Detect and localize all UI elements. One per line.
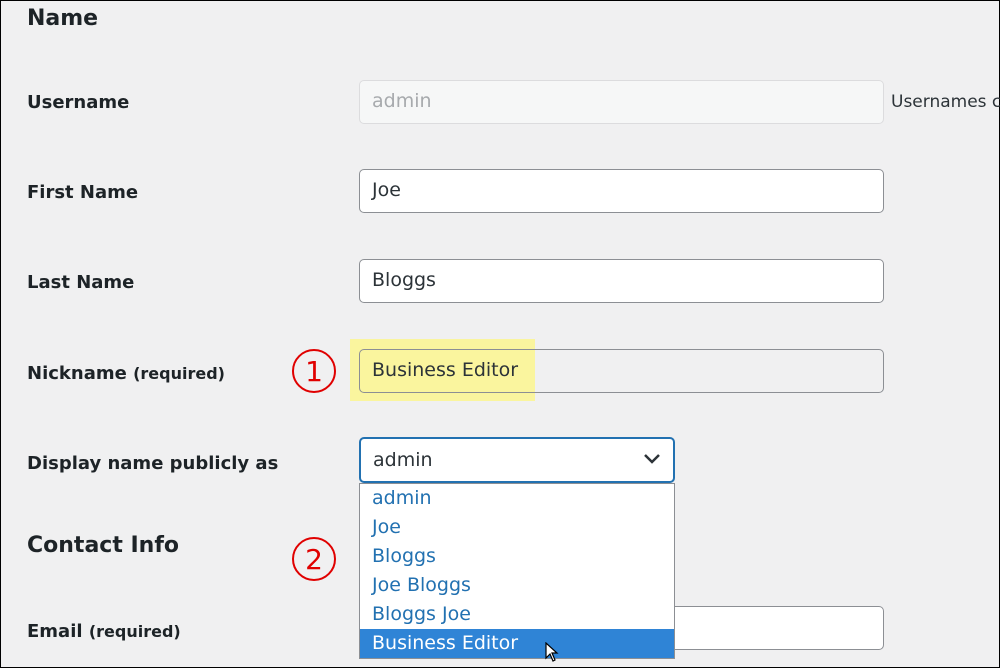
display-name-dropdown: admin Joe Bloggs Joe Bloggs Bloggs Joe B… [359,483,675,659]
first-name-input[interactable]: Joe [359,169,884,213]
contact-section-title: Contact Info [27,533,180,558]
option-bloggs-joe[interactable]: Bloggs Joe [360,600,674,629]
option-joe[interactable]: Joe [360,513,674,542]
chevron-down-icon [644,454,660,464]
step-2-badge: 2 [292,537,336,581]
username-note: Usernames c [891,92,1000,112]
nickname-label: Nickname (required) [27,363,225,384]
display-name-label: Display name publicly as [27,453,279,474]
option-joe-bloggs[interactable]: Joe Bloggs [360,571,674,600]
username-input: admin [359,80,884,124]
option-bloggs[interactable]: Bloggs [360,542,674,571]
step-1-number: 1 [305,355,323,388]
email-label-text: Email [27,621,83,642]
mouse-cursor-icon [545,642,559,662]
nickname-input[interactable]: Business Editor [359,349,884,393]
step-2-number: 2 [305,543,323,576]
nickname-label-text: Nickname [27,363,127,384]
first-name-label: First Name [27,182,139,203]
name-section-title: Name [27,6,99,31]
step-1-badge: 1 [292,349,336,393]
last-name-input[interactable]: Bloggs [359,259,884,303]
email-label: Email (required) [27,621,181,642]
option-admin[interactable]: admin [360,484,674,513]
username-label: Username [27,92,130,113]
option-business-editor[interactable]: Business Editor [360,629,674,658]
email-required-text: (required) [88,622,181,641]
nickname-required-text: (required) [133,364,225,383]
last-name-label: Last Name [27,272,135,293]
display-name-selected-value: admin [373,449,433,471]
display-name-select[interactable]: admin [359,437,675,483]
